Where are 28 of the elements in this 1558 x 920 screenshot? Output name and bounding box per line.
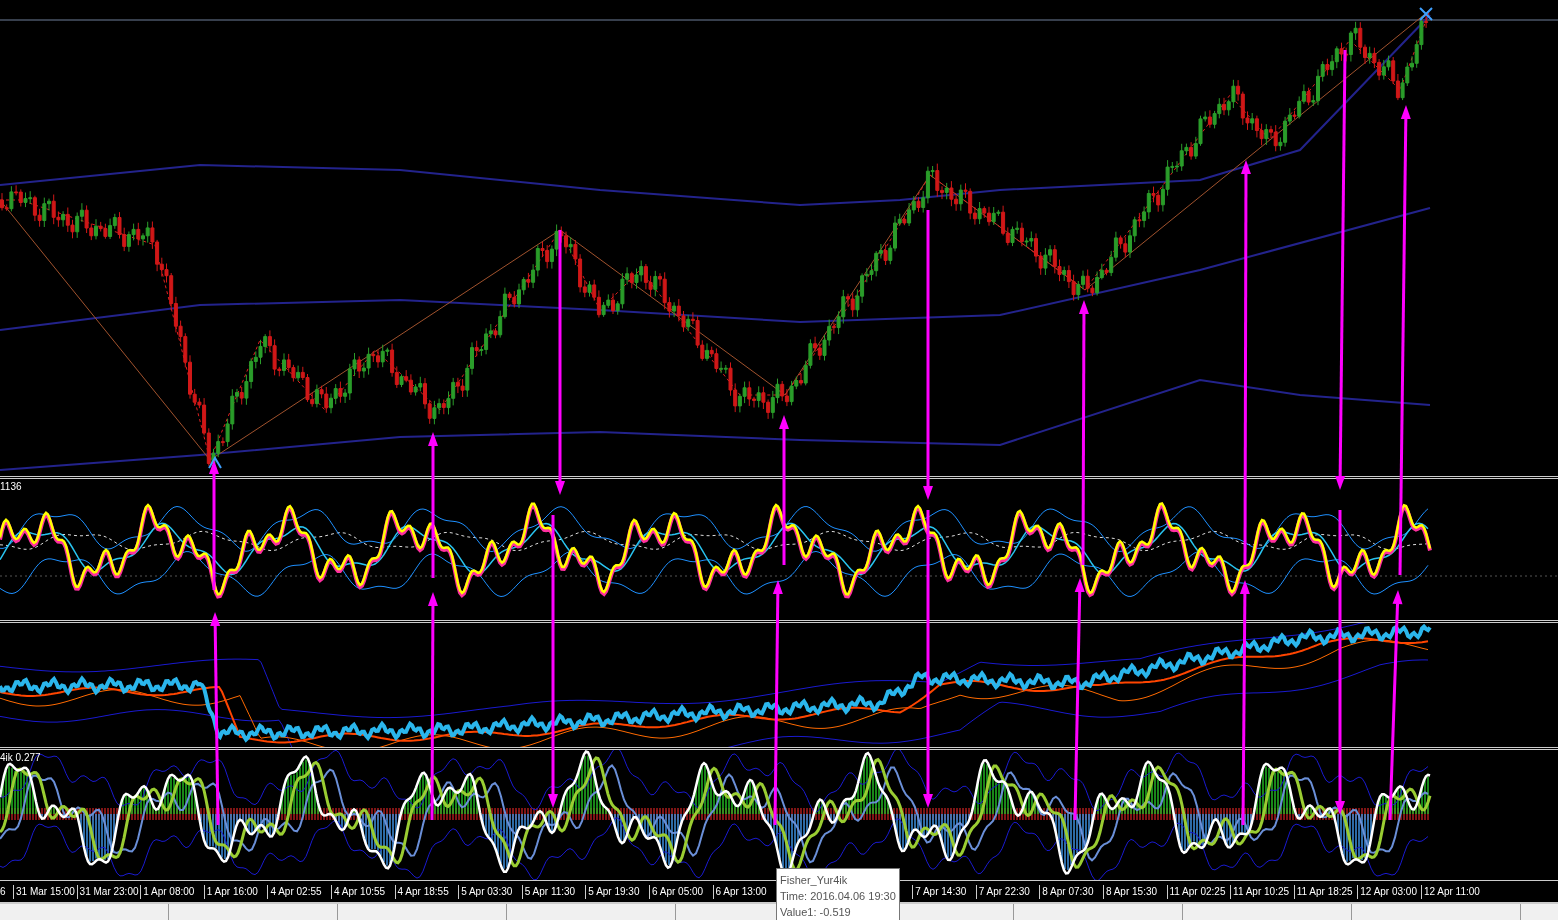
time-label: 7 Apr 14:30: [912, 884, 976, 899]
up-marker-icon: [208, 456, 222, 469]
time-label: 11 Apr 02:25: [1166, 884, 1231, 899]
time-label: 6: [0, 884, 7, 899]
indicator-label: 4ik 0.277: [0, 752, 41, 763]
cross-marker-icon: [1419, 7, 1433, 21]
time-label: 4 Apr 18:55: [394, 884, 459, 899]
time-label: 7 Apr 22:30: [975, 884, 1040, 899]
time-label: 11 Apr 10:25: [1230, 884, 1294, 899]
indicator-label: 1136: [0, 481, 22, 492]
time-label: 12 Apr 03:00: [1357, 884, 1421, 899]
time-label: 5 Apr 11:30: [521, 884, 586, 899]
time-label: 31 Mar 15:00: [13, 884, 77, 899]
tooltip-time: Time: 2016.04.06 19:30: [780, 889, 896, 904]
time-label: 31 Mar 23:00: [76, 884, 141, 899]
time-label: 11 Apr 18:25: [1293, 884, 1358, 899]
time-label: 5 Apr 19:30: [585, 884, 649, 899]
time-label: 6 Apr 05:00: [648, 884, 713, 899]
time-label: 4 Apr 10:55: [330, 884, 395, 899]
tooltip-title: Fisher_Yur4ik: [780, 873, 849, 888]
time-label: 5 Apr 03:30: [458, 884, 522, 899]
time-label: 12 Apr 11:00: [1420, 884, 1485, 899]
time-label: 1 Apr 08:00: [140, 884, 204, 899]
tooltip-value: Value1: -0.519: [780, 905, 852, 920]
time-label: 8 Apr 07:30: [1039, 884, 1103, 899]
time-label: 4 Apr 02:55: [267, 884, 331, 899]
time-label: 1 Apr 16:00: [203, 884, 268, 899]
time-label: 8 Apr 15:30: [1102, 884, 1167, 899]
